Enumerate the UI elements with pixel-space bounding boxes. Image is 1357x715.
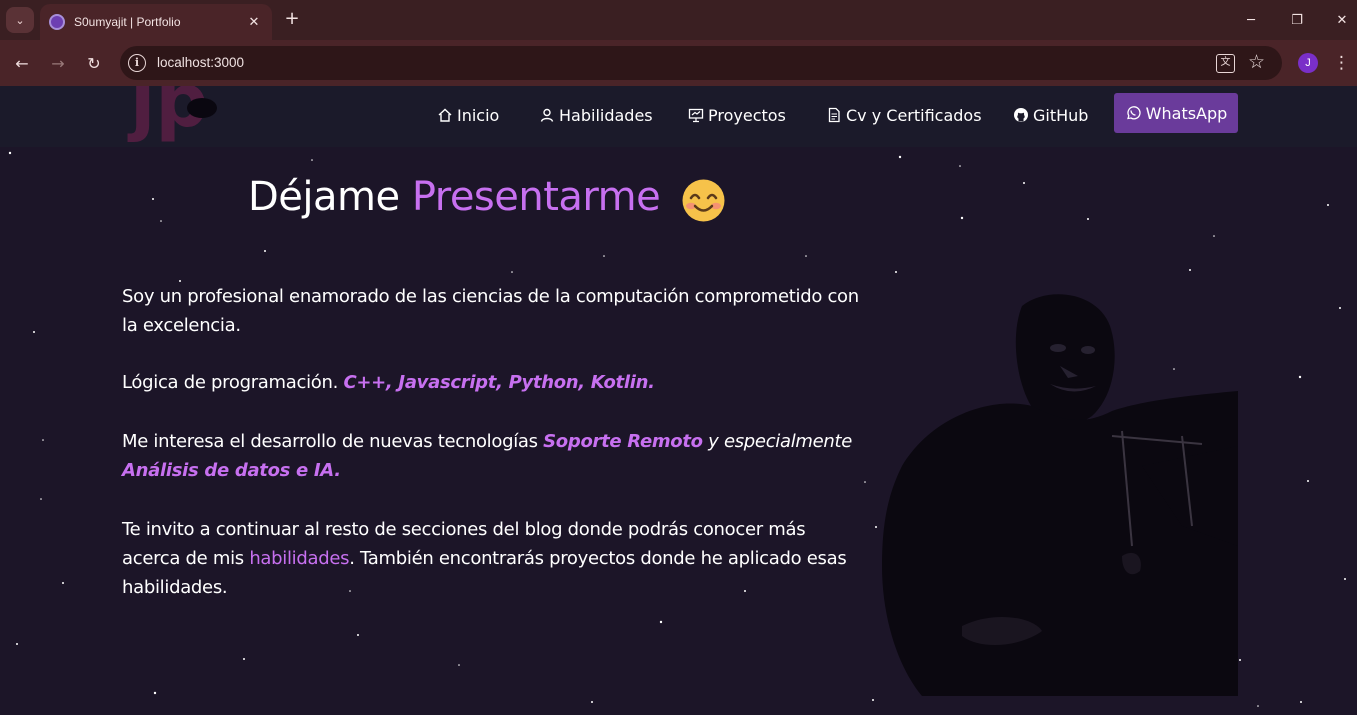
user-icon xyxy=(540,108,554,122)
whatsapp-icon xyxy=(1126,106,1141,120)
page-title: Déjame Presentarme xyxy=(248,174,661,220)
tab-favicon-icon xyxy=(49,14,65,30)
nav-link-proyectos[interactable]: Proyectos xyxy=(688,103,786,127)
reload-icon[interactable]: ↻ xyxy=(82,51,106,75)
tab-close-icon[interactable]: ✕ xyxy=(244,12,264,32)
site-logo[interactable]: jp xyxy=(122,86,242,144)
p3-italic: y especialmente xyxy=(702,431,853,452)
p2-text: Lógica de programación. xyxy=(122,372,344,393)
tab-title: S0umyajit | Portfolio xyxy=(74,15,181,29)
translate-icon[interactable]: 文 xyxy=(1216,54,1235,73)
profile-portrait xyxy=(882,294,1238,696)
whatsapp-label: WhatsApp xyxy=(1145,103,1228,123)
nav-link-habilidades[interactable]: Habilidades xyxy=(539,103,653,127)
browser-menu-icon[interactable]: ⋮ xyxy=(1333,51,1350,75)
nav-link-inicio[interactable]: Inicio xyxy=(437,103,499,127)
site-navbar: jp Inicio Habilidades Proyectos Cv y Cer… xyxy=(0,86,1357,147)
forward-arrow-icon[interactable]: → xyxy=(46,51,70,75)
close-window-icon[interactable]: ✕ xyxy=(1330,8,1354,32)
nav-label-inicio: Inicio xyxy=(457,105,500,125)
browser-tab-strip: ⌄ S0umyajit | Portfolio ✕ + ─ ❐ ✕ xyxy=(0,0,1357,40)
nav-label-habilidades: Habilidades xyxy=(559,105,653,125)
nav-label-cv: Cv y Certificados xyxy=(846,105,982,125)
p3-text: Me interesa el desarrollo de nuevas tecn… xyxy=(122,431,544,452)
restore-icon[interactable]: ❐ xyxy=(1285,8,1309,32)
site-info-icon[interactable]: i xyxy=(128,54,146,72)
whatsapp-button[interactable]: WhatsApp xyxy=(1114,93,1238,133)
url-text[interactable]: localhost:3000 xyxy=(157,55,244,70)
title-prefix: Déjame xyxy=(248,174,400,220)
p3-highlight-remote: Soporte Remoto xyxy=(543,431,703,452)
nav-link-cv[interactable]: Cv y Certificados xyxy=(826,103,982,127)
minimize-icon[interactable]: ─ xyxy=(1239,8,1263,32)
browser-tab-active[interactable]: S0umyajit | Portfolio ✕ xyxy=(40,4,272,40)
nav-link-github[interactable]: GitHub xyxy=(1013,103,1088,127)
p3-highlight-ai: Análisis de datos e IA. xyxy=(122,460,341,481)
browser-toolbar: ← → ↻ i localhost:3000 文 ☆ xyxy=(0,40,1357,86)
address-bar[interactable]: i localhost:3000 文 ☆ xyxy=(120,46,1282,80)
intro-paragraph-2: Lógica de programación. C++, Javascript,… xyxy=(122,368,862,397)
p2-languages: C++, Javascript, Python, Kotlin. xyxy=(343,372,655,393)
github-icon xyxy=(1014,108,1028,122)
intro-paragraph-3: Me interesa el desarrollo de nuevas tecn… xyxy=(122,427,862,485)
profile-avatar[interactable]: J xyxy=(1298,53,1318,73)
document-icon xyxy=(828,107,840,123)
portfolio-page: jp Inicio Habilidades Proyectos Cv y Cer… xyxy=(0,86,1357,715)
new-tab-plus-icon[interactable]: + xyxy=(282,9,302,29)
intro-paragraph-4: Te invito a continuar al resto de seccio… xyxy=(122,515,862,602)
tab-search-chevron-icon[interactable]: ⌄ xyxy=(6,7,34,33)
habilidades-link[interactable]: habilidades xyxy=(249,548,349,569)
title-accent: Presentarme xyxy=(411,174,661,220)
back-arrow-icon[interactable]: ← xyxy=(10,51,34,75)
smiling-face-icon xyxy=(682,179,725,222)
nav-label-proyectos: Proyectos xyxy=(708,105,786,125)
home-icon xyxy=(438,108,452,122)
bookmark-star-icon[interactable]: ☆ xyxy=(1248,51,1265,73)
presentation-icon xyxy=(688,108,704,123)
intro-paragraph-1: Soy un profesional enamorado de las cien… xyxy=(122,286,859,336)
nav-label-github: GitHub xyxy=(1033,105,1089,125)
